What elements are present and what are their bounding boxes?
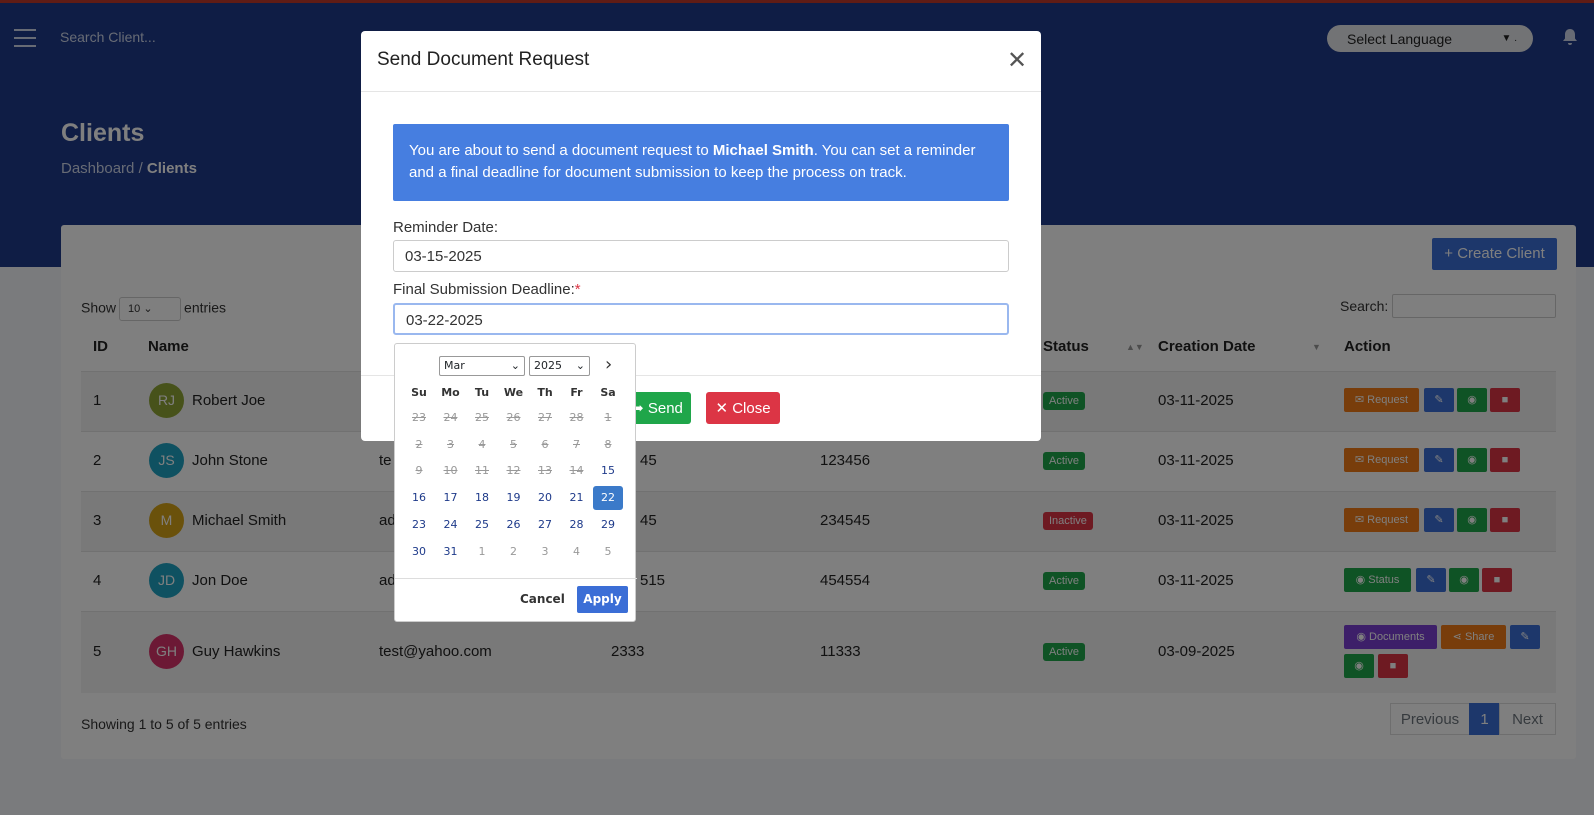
calendar-day[interactable]: 19 xyxy=(499,486,529,510)
calendar-day[interactable]: 17 xyxy=(436,486,466,510)
calendar-day[interactable]: 28 xyxy=(562,513,592,537)
calendar-day: 14 xyxy=(569,464,584,478)
calendar-day[interactable]: 1 xyxy=(467,540,497,564)
calendar-day[interactable]: 23 xyxy=(404,513,434,537)
reminder-date-input[interactable]: 03-15-2025 xyxy=(393,240,1009,272)
modal-divider xyxy=(361,91,1041,92)
weekday-label: Th xyxy=(537,386,553,399)
weekday-label: Sa xyxy=(600,386,616,399)
calendar-day[interactable]: 5 xyxy=(593,540,623,564)
year-select[interactable]: 2025 ⌄ xyxy=(529,356,590,376)
weekday-label: Su xyxy=(411,386,427,399)
info-alert: You are about to send a document request… xyxy=(393,124,1009,201)
calendar-day[interactable]: 30 xyxy=(404,540,434,564)
calendar-day[interactable]: 29 xyxy=(593,513,623,537)
calendar-day: 9 xyxy=(415,464,423,478)
calendar-day: 5 xyxy=(510,437,517,451)
deadline-date-input[interactable]: 03-22-2025 xyxy=(393,303,1009,335)
calendar-day[interactable]: 27 xyxy=(530,513,560,537)
calendar-day[interactable]: 2 xyxy=(499,540,529,564)
reminder-date-label: Reminder Date: xyxy=(393,219,499,236)
weekday-label: Tu xyxy=(474,386,490,399)
calendar-day: 1 xyxy=(604,411,612,424)
month-select[interactable]: Mar ⌄ xyxy=(439,356,525,376)
calendar-day[interactable]: 21 xyxy=(562,486,592,510)
picker-divider xyxy=(395,578,637,579)
calendar-day: 12 xyxy=(506,464,521,478)
calendar-day[interactable]: 22 xyxy=(593,486,623,511)
weekday-label: Mo xyxy=(441,386,460,399)
weekday-label: We xyxy=(503,386,524,399)
calendar-day[interactable]: 25 xyxy=(467,513,497,537)
calendar-day[interactable]: 24 xyxy=(436,513,466,537)
close-icon[interactable]: ✕ xyxy=(1007,49,1027,73)
calendar-day: 27 xyxy=(538,411,552,424)
calendar-day[interactable]: 31 xyxy=(436,540,466,564)
modal-title: Send Document Request xyxy=(377,49,590,70)
calendar-day[interactable]: 16 xyxy=(404,486,434,510)
calendar-day: 8 xyxy=(604,437,612,451)
calendar-day[interactable]: 15 xyxy=(593,459,623,483)
calendar-day: 25 xyxy=(475,411,489,424)
calendar-day: 4 xyxy=(478,437,486,451)
deadline-label: Final Submission Deadline:* xyxy=(393,281,581,298)
calendar-day: 6 xyxy=(541,437,549,451)
next-month-icon[interactable]: › xyxy=(605,354,612,375)
calendar-day[interactable]: 4 xyxy=(562,540,592,564)
calendar-day: 28 xyxy=(569,411,584,424)
picker-apply-button[interactable]: Apply xyxy=(577,586,628,613)
calendar-day: 24 xyxy=(443,411,458,424)
calendar-day[interactable]: 26 xyxy=(499,513,529,537)
calendar-day: 7 xyxy=(573,437,580,451)
calendar-day: 3 xyxy=(447,437,454,451)
calendar-day: 11 xyxy=(475,464,489,478)
close-button[interactable]: ✕ Close xyxy=(706,392,780,424)
calendar-day: 2 xyxy=(415,437,423,451)
calendar-day: 10 xyxy=(443,464,458,478)
calendar-day[interactable]: 20 xyxy=(530,486,560,510)
calendar-day: 23 xyxy=(412,411,426,424)
picker-cancel-button[interactable]: Cancel xyxy=(520,592,565,606)
calendar-day: 26 xyxy=(506,411,521,424)
date-picker: Mar ⌄ 2025 ⌄ › Su Mo Tu We Th Fr Sa 23 24 25 26 27 28 1… xyxy=(394,343,637,622)
calendar-day[interactable]: 3 xyxy=(530,540,560,564)
calendar-day[interactable]: 18 xyxy=(467,486,497,510)
calendar-day: 13 xyxy=(538,464,552,478)
weekday-label: Fr xyxy=(570,386,583,399)
